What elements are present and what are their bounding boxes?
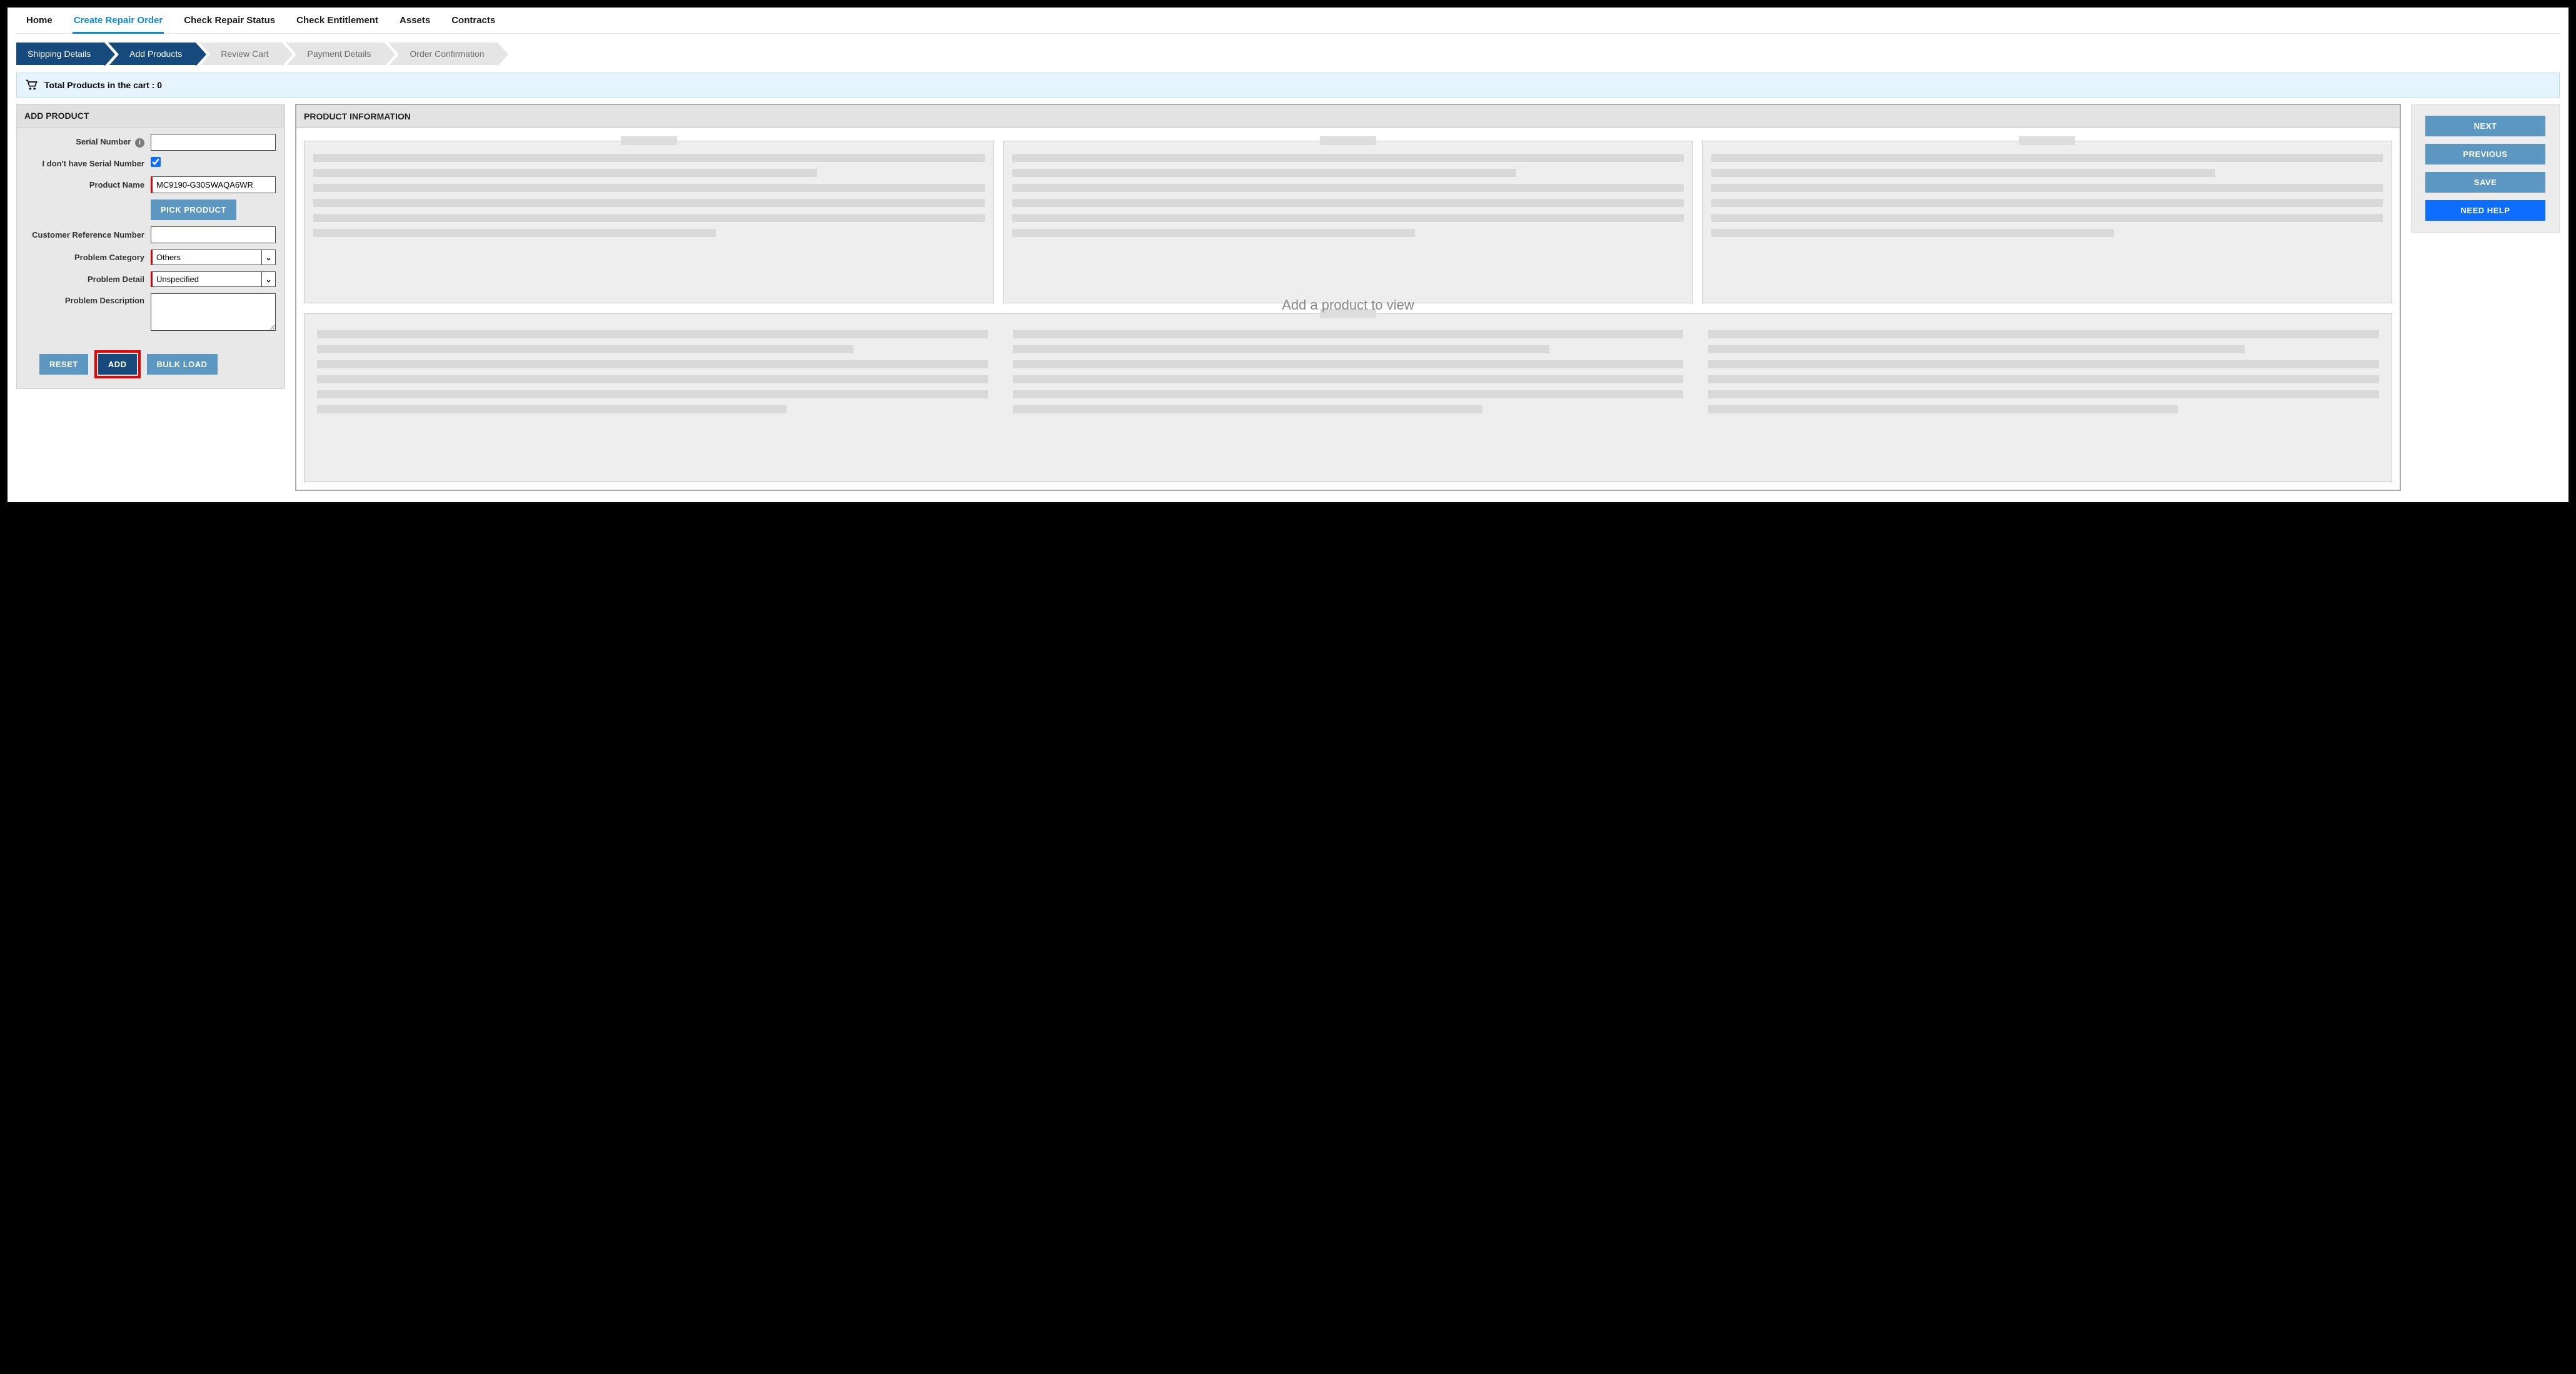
placeholder-wide-card bbox=[304, 313, 2392, 482]
pick-product-button[interactable]: PICK PRODUCT bbox=[151, 200, 236, 220]
main-layout: ADD PRODUCT Serial Number i I don't have… bbox=[16, 104, 2560, 491]
placeholder-card bbox=[1702, 141, 2392, 303]
info-icon[interactable]: i bbox=[135, 138, 144, 148]
tab-create-repair-order[interactable]: Create Repair Order bbox=[73, 13, 164, 34]
problem-category-value: Others bbox=[153, 250, 261, 265]
problem-description-label: Problem Description bbox=[26, 293, 144, 306]
product-name-input[interactable] bbox=[151, 176, 276, 193]
tab-check-repair-status[interactable]: Check Repair Status bbox=[183, 13, 276, 29]
tab-assets[interactable]: Assets bbox=[398, 13, 431, 29]
next-button[interactable]: NEXT bbox=[2425, 116, 2545, 136]
add-product-form: Serial Number i I don't have Serial Numb… bbox=[17, 128, 284, 344]
form-button-row: RESET ADD BULK LOAD bbox=[17, 344, 284, 378]
cart-summary-text: Total Products in the cart : 0 bbox=[44, 80, 162, 90]
need-help-button[interactable]: NEED HELP bbox=[2425, 200, 2545, 221]
cart-summary-bar: Total Products in the cart : 0 bbox=[16, 73, 2560, 98]
step-add-products[interactable]: Add Products bbox=[108, 43, 196, 65]
problem-detail-value: Unspecified bbox=[153, 272, 261, 286]
add-button[interactable]: ADD bbox=[98, 354, 137, 375]
step-order-confirmation[interactable]: Order Confirmation bbox=[388, 43, 498, 65]
tab-home[interactable]: Home bbox=[25, 13, 54, 29]
step-shipping-details[interactable]: Shipping Details bbox=[16, 43, 104, 65]
product-name-label: Product Name bbox=[26, 180, 144, 190]
no-serial-checkbox[interactable] bbox=[151, 157, 161, 167]
problem-detail-select[interactable]: Unspecified ⌄ bbox=[151, 271, 276, 287]
serial-number-input[interactable] bbox=[151, 134, 276, 151]
placeholder-card bbox=[1003, 141, 1693, 303]
bulk-load-button[interactable]: BULK LOAD bbox=[147, 354, 218, 375]
product-info-placeholder: Add a product to view bbox=[296, 128, 2400, 490]
step-payment-details[interactable]: Payment Details bbox=[286, 43, 385, 65]
chevron-down-icon: ⌄ bbox=[261, 272, 275, 286]
add-product-panel: ADD PRODUCT Serial Number i I don't have… bbox=[16, 104, 285, 389]
chevron-down-icon: ⌄ bbox=[261, 250, 275, 265]
save-button[interactable]: SAVE bbox=[2425, 172, 2545, 193]
cart-icon bbox=[26, 79, 38, 91]
app-frame: Home Create Repair Order Check Repair St… bbox=[6, 6, 2570, 503]
tab-contracts[interactable]: Contracts bbox=[450, 13, 496, 29]
product-info-header: PRODUCT INFORMATION bbox=[296, 105, 2400, 128]
top-nav: Home Create Repair Order Check Repair St… bbox=[16, 8, 2560, 34]
problem-category-select[interactable]: Others ⌄ bbox=[151, 250, 276, 265]
reset-button[interactable]: RESET bbox=[39, 354, 88, 375]
action-panel: NEXT PREVIOUS SAVE NEED HELP bbox=[2411, 104, 2560, 233]
tab-check-entitlement[interactable]: Check Entitlement bbox=[295, 13, 380, 29]
no-serial-label: I don't have Serial Number bbox=[26, 159, 144, 169]
placeholder-card bbox=[304, 141, 994, 303]
problem-description-textarea[interactable] bbox=[151, 293, 276, 331]
step-review-cart[interactable]: Review Cart bbox=[199, 43, 282, 65]
progress-steps: Shipping Details Add Products Review Car… bbox=[16, 43, 2560, 65]
problem-detail-label: Problem Detail bbox=[26, 275, 144, 285]
problem-category-label: Problem Category bbox=[26, 253, 144, 263]
serial-number-label: Serial Number i bbox=[26, 137, 144, 148]
customer-reference-input[interactable] bbox=[151, 226, 276, 243]
add-button-highlight: ADD bbox=[94, 350, 141, 378]
add-product-header: ADD PRODUCT bbox=[17, 104, 284, 128]
customer-reference-label: Customer Reference Number bbox=[26, 230, 144, 240]
previous-button[interactable]: PREVIOUS bbox=[2425, 144, 2545, 164]
product-info-panel: PRODUCT INFORMATION bbox=[295, 104, 2401, 491]
